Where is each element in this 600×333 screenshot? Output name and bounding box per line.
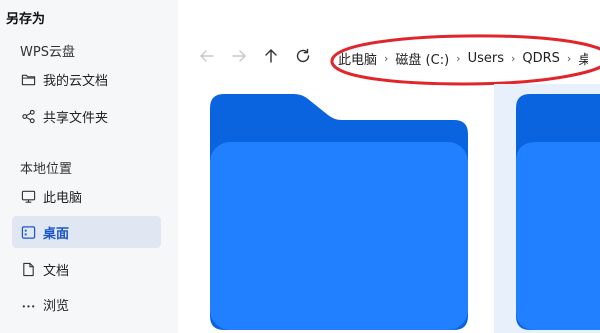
folder-icon[interactable]: [210, 94, 468, 330]
arrow-left-icon: [199, 48, 215, 68]
sidebar-item-desktop[interactable]: 桌面: [12, 216, 161, 248]
refresh-icon: [295, 48, 311, 68]
sidebar-item-label: 文档: [43, 263, 70, 279]
sidebar-item-documents[interactable]: 文档: [12, 253, 161, 285]
refresh-button[interactable]: [292, 47, 314, 69]
sidebar-item-label: 共享文件夹: [43, 110, 109, 126]
chevron-right-icon: ›: [384, 51, 389, 65]
chevron-right-icon: ›: [510, 51, 516, 65]
breadcrumb-item-users[interactable]: Users: [468, 51, 504, 66]
folder-icon[interactable]: [516, 94, 600, 330]
chevron-right-icon: ›: [566, 51, 572, 65]
sidebar-item-label: 桌面: [43, 226, 70, 242]
breadcrumb-item-this-pc[interactable]: 此电脑: [338, 49, 377, 68]
forward-button[interactable]: [228, 47, 250, 69]
arrow-right-icon: [231, 48, 247, 68]
share-icon: [20, 108, 36, 124]
sidebar-item-this-pc[interactable]: 此电脑: [12, 180, 161, 212]
back-button[interactable]: [196, 47, 218, 69]
breadcrumb-item-qdrs[interactable]: QDRS: [522, 51, 560, 66]
arrow-up-icon: [263, 48, 279, 68]
sidebar-item-label: 此电脑: [43, 190, 83, 206]
section-label-cloud: WPS云盘: [20, 45, 75, 60]
breadcrumb: 此电脑 › 磁盘 (C:) › Users › QDRS › 桌: [326, 44, 600, 72]
sidebar-item-shared-folder[interactable]: 共享文件夹: [12, 100, 161, 132]
sidebar-item-browse[interactable]: 浏览: [12, 288, 161, 320]
monitor-icon: [20, 188, 36, 204]
chevron-right-icon: ›: [456, 51, 461, 65]
up-button[interactable]: [260, 47, 282, 69]
folder-icon: [20, 71, 36, 87]
dialog-title: 另存为: [6, 12, 46, 27]
breadcrumb-item-desktop[interactable]: 桌: [578, 49, 588, 68]
sidebar: 另存为 WPS云盘 我的云文档 共享文件夹 本地位置 此电脑 桌面 文档 浏览: [0, 0, 178, 333]
section-label-local: 本地位置: [20, 162, 73, 177]
sidebar-item-my-cloud-docs[interactable]: 我的云文档: [12, 63, 161, 95]
more-icon: [20, 296, 36, 312]
document-icon: [20, 261, 36, 277]
sidebar-item-label: 浏览: [43, 298, 70, 314]
sidebar-item-label: 我的云文档: [43, 73, 109, 89]
desktop-icon: [20, 224, 36, 240]
breadcrumb-item-drive-c[interactable]: 磁盘 (C:): [395, 49, 449, 68]
